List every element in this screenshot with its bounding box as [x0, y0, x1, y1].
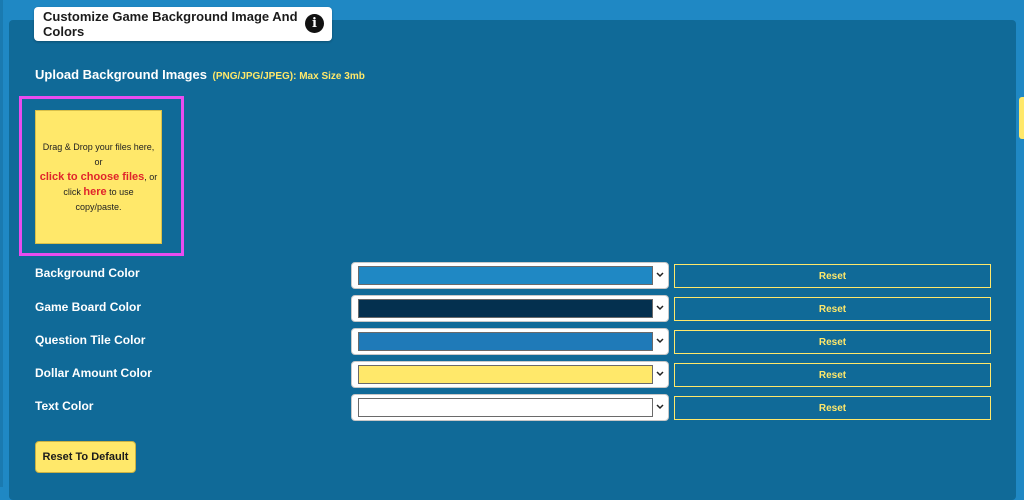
upload-label: Upload Background Images (PNG/JPG/JPEG):…: [35, 67, 365, 82]
page-title: Customize Game Background Image And Colo…: [43, 9, 298, 39]
chevron-down-icon: [656, 272, 664, 278]
upload-hint: (PNG/JPG/JPEG): Max Size 3mb: [212, 71, 365, 82]
dollar-amount-color-label: Dollar Amount Color: [35, 366, 152, 380]
reset-dollar-amount-color-button[interactable]: Reset: [674, 363, 991, 387]
text-color-swatch: [358, 398, 653, 417]
game-board-color-select[interactable]: [351, 295, 669, 322]
chevron-down-icon: [656, 404, 664, 410]
left-edge: [0, 0, 3, 487]
choose-files-link[interactable]: click to choose files: [40, 171, 145, 183]
reset-to-default-button[interactable]: Reset To Default: [35, 441, 136, 473]
section-header: Customize Game Background Image And Colo…: [34, 7, 332, 41]
dropzone-line1: Drag & Drop your files here,: [42, 141, 155, 152]
reset-game-board-color-button[interactable]: Reset: [674, 297, 991, 321]
info-icon[interactable]: i: [305, 14, 324, 33]
reset-background-color-button[interactable]: Reset: [674, 264, 991, 288]
question-tile-color-label: Question Tile Color: [35, 333, 146, 347]
after-choose-text: , or: [144, 171, 158, 182]
dropzone-line4: click here to use: [63, 185, 133, 200]
dropzone-line3: click to choose files, or: [40, 170, 158, 185]
background-color-select[interactable]: [351, 262, 669, 289]
after-here-text: to use: [109, 186, 134, 197]
dropzone-line5: copy/paste.: [75, 201, 122, 212]
file-dropzone[interactable]: Drag & Drop your files here, or click to…: [35, 110, 162, 244]
dollar-amount-color-select[interactable]: [351, 361, 669, 388]
background-color-label: Background Color: [35, 266, 140, 280]
here-link[interactable]: here: [83, 186, 106, 198]
upload-label-text: Upload Background Images: [35, 67, 207, 82]
chevron-down-icon: [656, 371, 664, 377]
reset-text-color-button[interactable]: Reset: [674, 396, 991, 420]
background-color-swatch: [358, 266, 653, 285]
text-color-select[interactable]: [351, 394, 669, 421]
text-color-label: Text Color: [35, 399, 94, 413]
game-board-color-swatch: [358, 299, 653, 318]
chevron-down-icon: [656, 338, 664, 344]
dropzone-line2: or: [94, 156, 103, 167]
chevron-down-icon: [656, 305, 664, 311]
reset-question-tile-color-button[interactable]: Reset: [674, 330, 991, 354]
dollar-amount-color-swatch: [358, 365, 653, 384]
left-strip: [0, 0, 9, 487]
game-board-color-label: Game Board Color: [35, 300, 142, 314]
question-tile-color-select[interactable]: [351, 328, 669, 355]
settings-panel: [9, 20, 1016, 500]
question-tile-color-swatch: [358, 332, 653, 351]
click-prefix-text: click: [63, 186, 81, 197]
side-tab[interactable]: [1019, 97, 1024, 139]
